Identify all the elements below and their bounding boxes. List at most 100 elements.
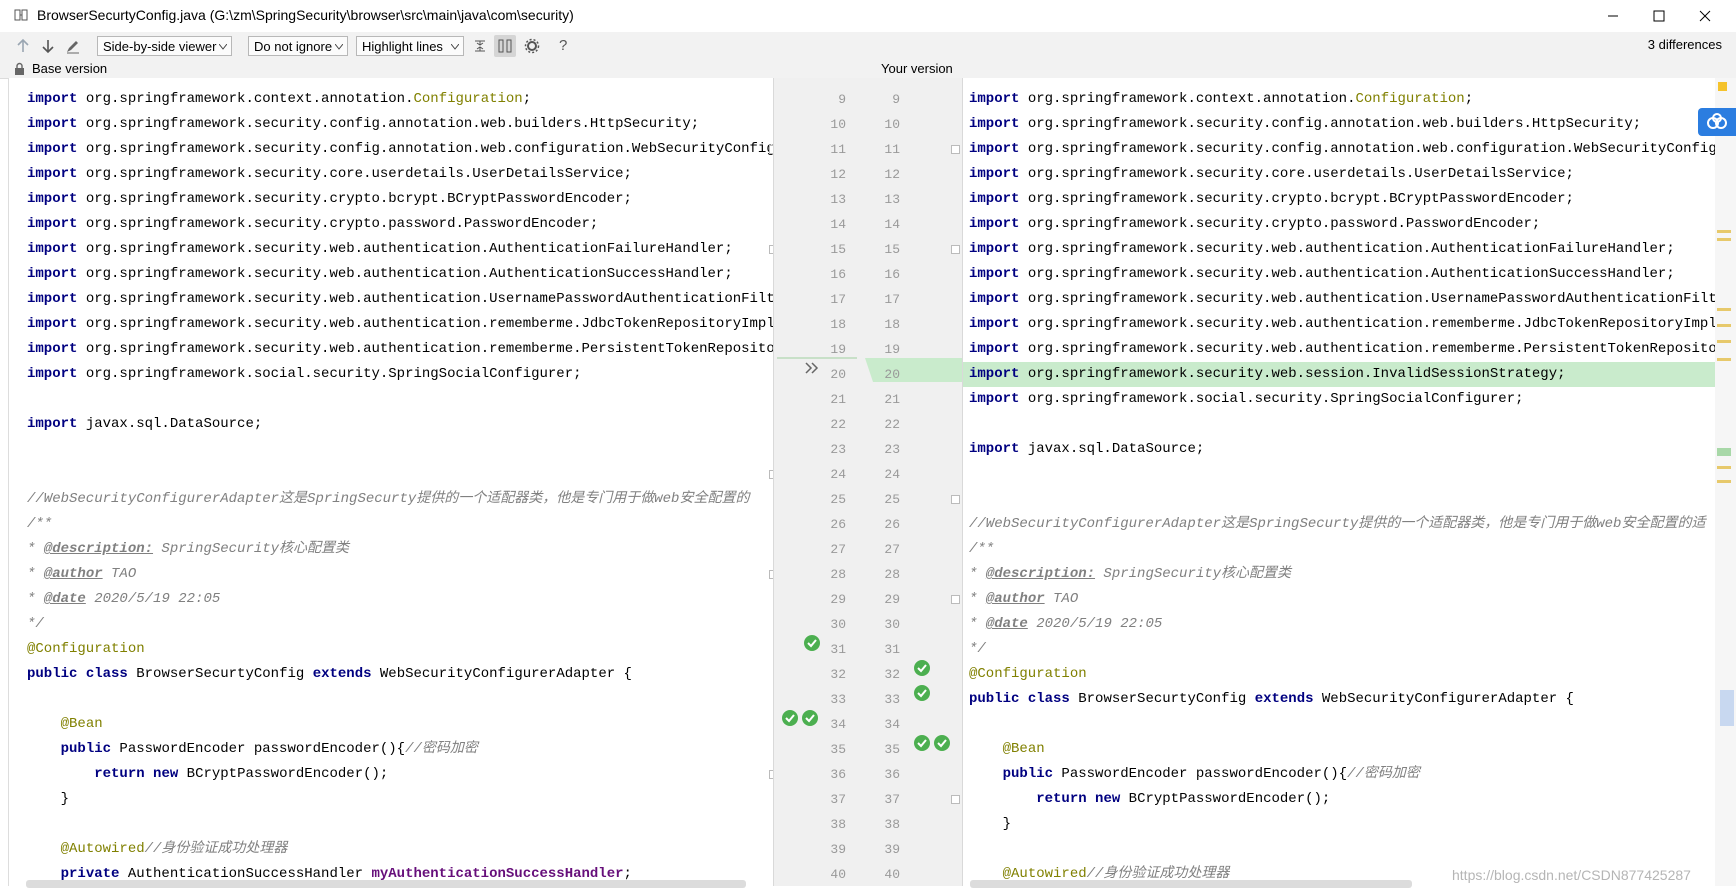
next-difference-icon[interactable] (39, 37, 57, 55)
code-line: } (9, 787, 774, 812)
code-token: org.springframework.security.web.authent… (1019, 341, 1715, 357)
fold-marker-icon[interactable] (951, 245, 960, 254)
right-line-number: 33 (884, 692, 900, 707)
previous-difference-icon[interactable] (14, 37, 32, 55)
code-line: @Bean (963, 737, 1715, 762)
chevron-down-icon (451, 44, 459, 50)
spring-autowire-gutter-icon[interactable] (913, 684, 931, 702)
spring-autowire-gutter-icon[interactable] (801, 709, 819, 727)
right-line-number: 31 (884, 642, 900, 657)
code-token: 2020/5/19 22:05 (1027, 616, 1163, 632)
right-line-number: 30 (884, 617, 900, 632)
right-line-number: 15 (884, 242, 900, 257)
scroll-thumb[interactable] (1720, 690, 1734, 726)
code-token: ; (1464, 91, 1474, 107)
right-line-number: 13 (884, 192, 900, 207)
code-token: @Autowired (60, 841, 145, 857)
right-line-number: 28 (884, 567, 900, 582)
code-token: PasswordEncoder passwordEncoder(){ (1053, 766, 1348, 782)
whitespace-select[interactable]: Do not ignore (248, 36, 348, 56)
fold-marker-icon[interactable] (951, 495, 960, 504)
code-token: Configuration (1355, 91, 1465, 107)
left-line-number: 11 (830, 142, 846, 157)
base-version-editor[interactable]: import org.springframework.context.annot… (8, 78, 774, 886)
code-token: org.springframework.security.web.authent… (77, 266, 733, 282)
code-line: @Autowired//身份验证成功处理器 (9, 837, 774, 862)
code-line: * @date 2020/5/19 22:05 (9, 587, 774, 612)
code-token: import (27, 266, 78, 282)
stripe-mark (1717, 238, 1731, 241)
chevron-down-icon (335, 44, 343, 50)
help-button[interactable]: ? (559, 37, 567, 54)
left-line-number: 32 (830, 667, 846, 682)
code-token: import (969, 166, 1020, 182)
maximize-button[interactable] (1636, 0, 1682, 32)
minimize-button[interactable] (1590, 0, 1636, 32)
spring-bean-gutter-icon[interactable] (933, 734, 951, 752)
fold-marker-icon[interactable] (951, 595, 960, 604)
diff-toolbar: Side-by-side viewer Do not ignore Highli… (0, 32, 1736, 60)
fold-marker-icon[interactable] (951, 145, 960, 154)
spring-bean-gutter-icon[interactable] (803, 634, 821, 652)
your-version-editor[interactable]: import org.springframework.context.annot… (963, 78, 1715, 886)
code-token: javax.sql.DataSource; (77, 416, 263, 432)
left-line-number: 13 (830, 192, 846, 207)
code-token: org.springframework.security.web.authent… (77, 291, 774, 307)
code-token: org.springframework.security.config.anno… (1019, 116, 1642, 132)
left-line-number: 27 (830, 542, 846, 557)
highlight-select[interactable]: Highlight lines (356, 36, 464, 56)
code-token: public (969, 691, 1020, 707)
close-button[interactable] (1682, 0, 1728, 32)
stripe-mark (1717, 324, 1731, 327)
right-line-number: 29 (884, 592, 900, 607)
code-token: import (969, 316, 1020, 332)
collapse-unchanged-icon[interactable] (471, 37, 489, 55)
code-line: import org.springframework.security.conf… (963, 112, 1715, 137)
stripe-mark (1717, 358, 1731, 361)
your-version-label: Your version (881, 61, 953, 76)
code-line: import org.springframework.security.conf… (9, 137, 774, 162)
fold-marker-icon[interactable] (951, 795, 960, 804)
code-line: import org.springframework.security.core… (963, 162, 1715, 187)
code-line: /** (963, 537, 1715, 562)
code-line: } (963, 812, 1715, 837)
code-line: * @author TAO (9, 562, 774, 587)
spring-autowire-gutter-icon[interactable] (913, 734, 931, 752)
code-line: import org.springframework.security.cryp… (9, 212, 774, 237)
code-token: import (27, 366, 78, 382)
code-line: * @date 2020/5/19 22:05 (963, 612, 1715, 637)
spring-bean-gutter-icon[interactable] (913, 659, 931, 677)
stripe-mark (1717, 230, 1731, 233)
code-token: BrowserSecurtyConfig (127, 666, 313, 682)
code-token: */ (27, 616, 44, 632)
left-line-number: 28 (830, 567, 846, 582)
viewer-mode-select[interactable]: Side-by-side viewer (97, 36, 232, 56)
code-token: BCryptPasswordEncoder(); (178, 766, 389, 782)
left-line-number: 25 (830, 492, 846, 507)
left-horizontal-scrollbar[interactable] (26, 880, 746, 888)
right-horizontal-scrollbar[interactable] (970, 880, 1412, 888)
settings-gear-icon[interactable] (523, 37, 541, 55)
code-token: import (969, 141, 1020, 157)
edit-source-icon[interactable] (64, 37, 82, 55)
minimize-icon (1608, 15, 1618, 17)
code-token: extends (312, 666, 372, 682)
right-line-number: 18 (884, 317, 900, 332)
spring-bean-gutter-icon[interactable] (781, 709, 799, 727)
code-line: * @description: SpringSecurity核心配置类 (9, 537, 774, 562)
sync-scroll-toggle[interactable] (494, 35, 516, 57)
code-line: /** (9, 512, 774, 537)
version-labels: Base version Your version (0, 60, 1736, 79)
code-line: * @author TAO (963, 587, 1715, 612)
baidu-cloud-floating-button[interactable] (1698, 108, 1736, 136)
error-stripe[interactable] (1715, 78, 1736, 886)
